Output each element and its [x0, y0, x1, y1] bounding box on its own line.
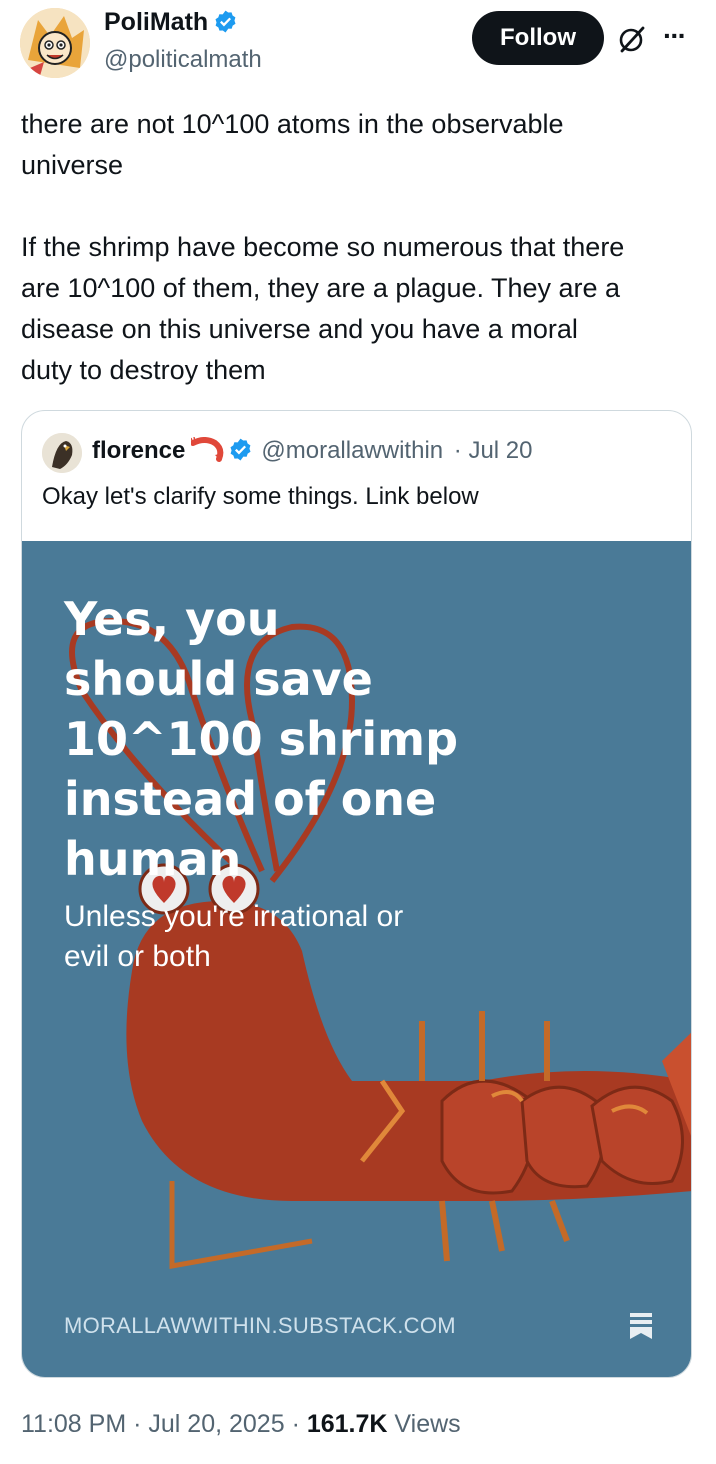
verified-badge-icon — [230, 438, 251, 461]
quoted-author-avatar[interactable] — [42, 433, 82, 473]
quoted-display-name[interactable]: florence — [92, 437, 185, 464]
more-options-icon[interactable]: ··· — [663, 20, 687, 52]
grok-icon[interactable] — [617, 24, 647, 54]
tweet-time[interactable]: 11:08 PM — [21, 1410, 126, 1438]
follow-button[interactable]: Follow — [472, 11, 604, 65]
card-headline: Yes, you should save 10^100 shrimp inste… — [64, 592, 459, 886]
shrimp-emoji-icon — [191, 437, 224, 462]
tweet-date[interactable]: Jul 20, 2025 — [148, 1410, 284, 1438]
quoted-header: florence @morallawwithin · Jul 20 — [92, 437, 533, 465]
meta-separator: · — [291, 1410, 300, 1438]
author-name[interactable]: PoliMath — [104, 8, 238, 37]
link-card-image[interactable]: Yes, you should save 10^100 shrimp inste… — [22, 541, 691, 1377]
views-count: 161.7K — [306, 1410, 388, 1438]
link-domain[interactable]: MORALLAWWITHIN.SUBSTACK.COM — [64, 1313, 456, 1339]
quoted-date[interactable]: · Jul 20 — [454, 437, 533, 464]
card-subheadline: Unless you're irrational or evil or both — [64, 900, 404, 973]
quoted-tweet[interactable]: florence @morallawwithin · Jul 20 Okay l… — [21, 410, 692, 1378]
author-avatar[interactable] — [20, 8, 90, 78]
substack-icon — [630, 1313, 652, 1339]
verified-badge-icon — [215, 10, 236, 33]
tweet-meta: 11:08 PM · Jul 20, 2025 · 161.7K Views — [21, 1410, 461, 1439]
views-label: Views — [394, 1410, 461, 1438]
quoted-handle[interactable]: @morallawwithin — [261, 437, 443, 464]
quoted-text: Okay let's clarify some things. Link bel… — [42, 483, 479, 510]
meta-separator: · — [133, 1410, 142, 1438]
author-display-name[interactable]: PoliMath — [104, 8, 208, 36]
author-handle[interactable]: @politicalmath — [104, 46, 262, 74]
tweet-text: there are not 10^100 atoms in the observ… — [21, 109, 625, 385]
